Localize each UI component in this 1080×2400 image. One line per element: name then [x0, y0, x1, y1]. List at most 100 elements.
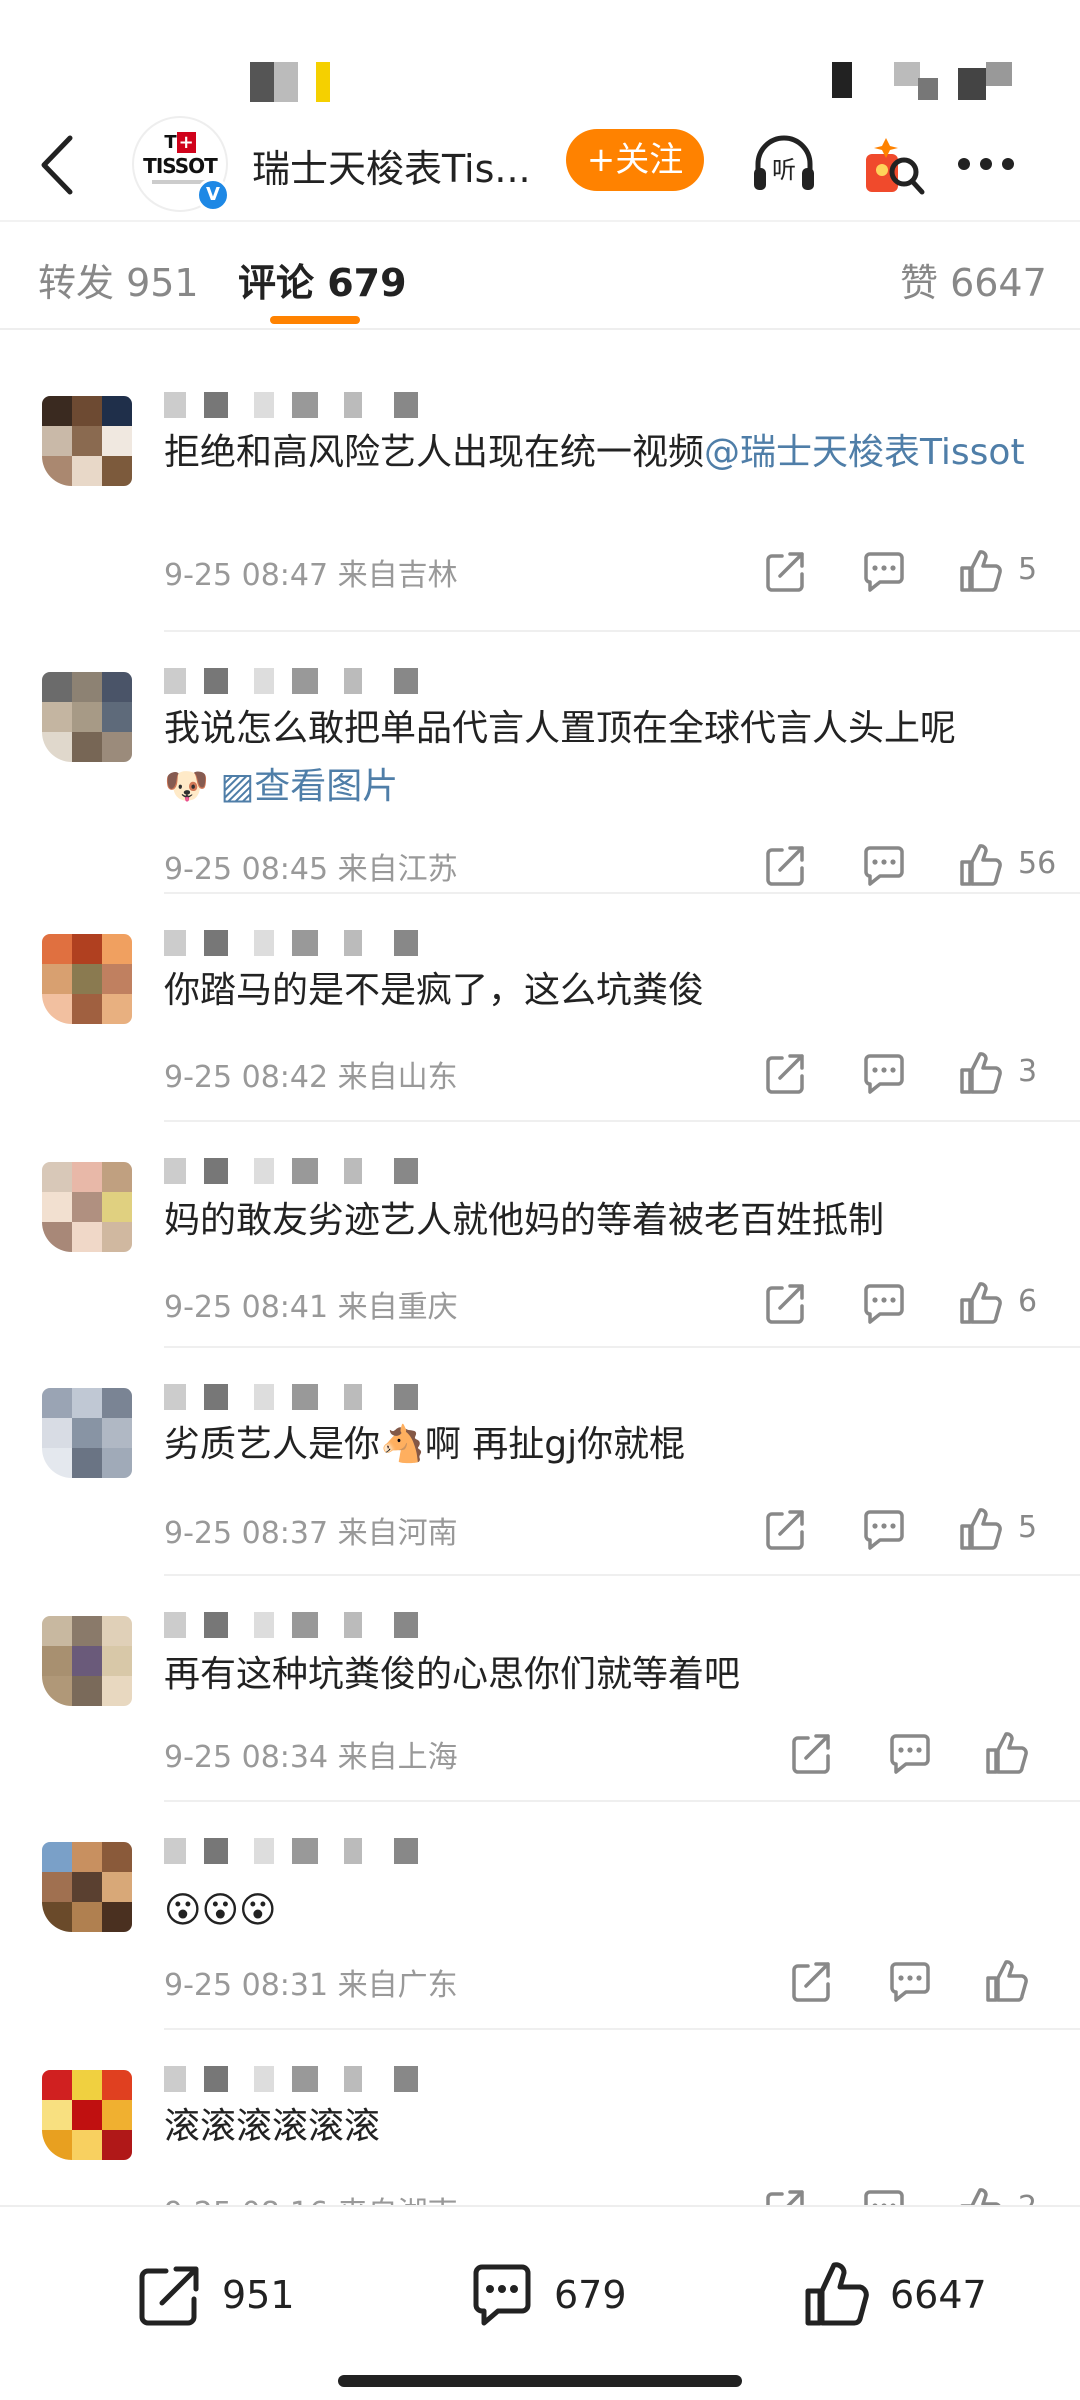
like-icon[interactable]: [956, 546, 1006, 596]
avatar-pixel: [72, 2070, 102, 2100]
mention-link[interactable]: @瑞士天梭表Tissot: [704, 432, 1025, 473]
tab-repost[interactable]: 转发 951: [38, 252, 199, 307]
name-pixel: [292, 930, 318, 956]
avatar-pixel: [102, 1616, 132, 1646]
account-avatar[interactable]: T + TISSOT V: [132, 116, 230, 212]
avatar-pixel: [42, 1902, 72, 1932]
comment-meta: 9-25 08:34 来自上海: [164, 1740, 458, 1775]
name-pixel: [344, 1612, 362, 1638]
comment-item[interactable]: 你踏马的是不是疯了，这么坑粪俊 9-25 08:42 来自山东 3: [0, 930, 1080, 1154]
reply-icon[interactable]: [858, 1504, 908, 1554]
tab-comments[interactable]: 评论 679: [238, 252, 407, 307]
share-icon[interactable]: [760, 546, 810, 596]
comment-text: 拒绝和高风险艺人出现在统一视频@瑞士天梭表Tissot: [164, 424, 1044, 482]
share-icon[interactable]: [786, 1956, 836, 2006]
avatar-pixel: [102, 964, 132, 994]
comment-divider: [164, 1120, 1080, 1122]
commenter-name-redacted[interactable]: [164, 2066, 524, 2092]
commenter-name-redacted[interactable]: [164, 668, 524, 694]
avatar-pixel: [72, 702, 102, 732]
weibo-header: T + TISSOT V 瑞士天梭表Tis... +关注 听: [0, 110, 1080, 220]
comment-text-body: 我说怎么敢把单品代言人置顶在全球代言人头上呢: [164, 708, 957, 749]
comment-text-body: 妈的敢友劣迹艺人就他妈的等着被老百姓抵制: [164, 1200, 885, 1241]
commenter-avatar[interactable]: [42, 396, 132, 486]
comment-item[interactable]: 拒绝和高风险艺人出现在统一视频@瑞士天梭表Tissot 9-25 08:47 来自…: [0, 392, 1080, 632]
share-icon[interactable]: [760, 1278, 810, 1328]
avatar-pixel: [72, 672, 102, 702]
comment-item[interactable]: 妈的敢友劣迹艺人就他妈的等着被老百姓抵制 9-25 08:41 来自重庆 6: [0, 1158, 1080, 1382]
view-image-link[interactable]: 查看图片: [254, 766, 398, 807]
commenter-name-redacted[interactable]: [164, 1384, 524, 1410]
comment-item[interactable]: 再有这种坑粪俊的心思你们就等着吧 9-25 08:34 来自上海: [0, 1612, 1080, 1836]
comment-divider: [164, 1800, 1080, 1802]
comment-text-body: 滚滚滚滚滚滚: [164, 2106, 381, 2147]
like-icon[interactable]: [956, 840, 1006, 890]
avatar-pixel: [42, 2100, 72, 2130]
account-name[interactable]: 瑞士天梭表Tis...: [252, 138, 552, 193]
reply-icon[interactable]: [884, 1728, 934, 1778]
back-icon[interactable]: [30, 132, 90, 198]
name-pixel: [292, 1838, 318, 1864]
tab-likes[interactable]: 赞 6647: [900, 252, 1047, 307]
red-packet-icon[interactable]: [856, 128, 928, 200]
commenter-avatar[interactable]: [42, 1388, 132, 1478]
commenter-avatar[interactable]: [42, 1616, 132, 1706]
avatar-pixel: [72, 456, 102, 486]
like-icon[interactable]: [956, 1278, 1006, 1328]
comment-item[interactable]: 我说怎么敢把单品代言人置顶在全球代言人头上呢 🐶 ▨查看图片 9-25 08:45 …: [0, 668, 1080, 894]
avatar-pixel: [72, 994, 102, 1024]
reply-icon[interactable]: [858, 840, 908, 890]
avatar-pixel: [72, 934, 102, 964]
avatar-pixel: [72, 396, 102, 426]
reply-icon[interactable]: [858, 1048, 908, 1098]
avatar-pixel: [72, 1676, 102, 1706]
commenter-avatar[interactable]: [42, 1842, 132, 1932]
share-icon[interactable]: [760, 1048, 810, 1098]
commenter-avatar[interactable]: [42, 1162, 132, 1252]
share-icon[interactable]: [760, 840, 810, 890]
comment-text: 妈的敢友劣迹艺人就他妈的等着被老百姓抵制: [164, 1192, 1044, 1250]
share-icon[interactable]: [786, 1728, 836, 1778]
avatar-pixel: [72, 2130, 102, 2160]
commenter-name-redacted[interactable]: [164, 1612, 524, 1638]
comment-text-part: 劣质艺人是你: [164, 1424, 381, 1465]
avatar-pixel: [42, 1448, 72, 1478]
avatar-pixel: [102, 2100, 132, 2130]
commenter-name-redacted[interactable]: [164, 392, 524, 418]
commenter-name-redacted[interactable]: [164, 930, 524, 956]
name-pixel: [254, 1612, 274, 1638]
like-icon: [805, 2262, 869, 2326]
commenter-avatar[interactable]: [42, 2070, 132, 2160]
commenter-avatar[interactable]: [42, 934, 132, 1024]
logo-mark: T +: [164, 132, 196, 153]
avatar-pixel: [42, 396, 72, 426]
bottom-action-bar: 951 679 6647: [0, 2205, 1080, 2400]
name-pixel: [164, 930, 186, 956]
like-icon[interactable]: [982, 1956, 1032, 2006]
avatar-pixel: [72, 1448, 102, 1478]
name-pixel: [164, 668, 186, 694]
reply-icon[interactable]: [884, 1956, 934, 2006]
avatar-pixel: [72, 1616, 102, 1646]
share-icon[interactable]: [760, 1504, 810, 1554]
commenter-avatar[interactable]: [42, 672, 132, 762]
like-icon[interactable]: [982, 1728, 1032, 1778]
like-icon[interactable]: [956, 1504, 1006, 1554]
status-pixel: [832, 62, 852, 98]
commenter-name-redacted[interactable]: [164, 1838, 524, 1864]
listen-icon[interactable]: 听: [748, 128, 820, 200]
status-pixel: [958, 68, 986, 100]
avatar-pixel: [42, 1192, 72, 1222]
emoji-icon: 🐶: [164, 766, 209, 807]
status-pixel: [894, 62, 920, 86]
more-icon[interactable]: [950, 128, 1022, 200]
reply-icon[interactable]: [858, 546, 908, 596]
like-icon[interactable]: [956, 1048, 1006, 1098]
follow-button[interactable]: +关注: [566, 129, 704, 191]
comment-item[interactable]: 😮😮😮 9-25 08:31 来自广东: [0, 1838, 1080, 2062]
commenter-name-redacted[interactable]: [164, 1158, 524, 1184]
home-indicator[interactable]: [338, 2375, 742, 2387]
comment-item[interactable]: 劣质艺人是你🐴啊 再扯gj你就棍 9-25 08:37 来自河南 5: [0, 1384, 1080, 1608]
comment-meta: 9-25 08:31 来自广东: [164, 1968, 458, 2003]
reply-icon[interactable]: [858, 1278, 908, 1328]
